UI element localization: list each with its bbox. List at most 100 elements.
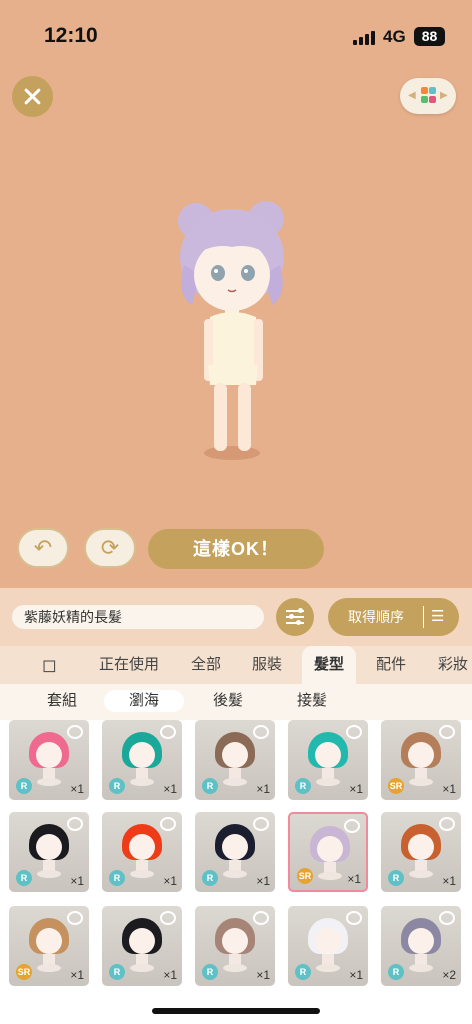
mannequin-face (129, 742, 155, 768)
network-label: 4G (383, 27, 406, 46)
hair-item-tile[interactable]: R ×1 (288, 906, 368, 986)
undo-button[interactable]: ↶ (17, 528, 69, 568)
rarity-badge: R (388, 964, 404, 980)
bookmark-icon[interactable]: ◻ (42, 646, 57, 684)
item-quantity: ×1 (347, 872, 361, 886)
sort-order-button[interactable]: 取得順序 ☰ (328, 598, 459, 636)
item-quantity: ×1 (163, 968, 177, 982)
hair-item-tile[interactable]: R ×1 (195, 812, 275, 892)
item-quantity: ×1 (256, 874, 270, 888)
bear-icon (160, 817, 176, 831)
rarity-badge: R (388, 870, 404, 886)
hair-item-grid: R ×1 R ×1 R ×1 R ×1 SR ×1 R ×1 R ×1 R ×1 SR ×1 R ×1 SR ×1 R ×1 R… (0, 720, 472, 1024)
mannequin-face (36, 834, 62, 860)
rarity-badge: R (202, 778, 218, 794)
rarity-badge: R (109, 778, 125, 794)
mannequin-face (222, 742, 248, 768)
category-tabs: ◻ 正在使用 全部 服裝 髮型 配件 彩妝 (0, 646, 472, 684)
bear-icon (346, 911, 362, 925)
mannequin-base (223, 870, 247, 878)
mannequin-base (409, 778, 433, 786)
rotate-button[interactable]: ⟳ (84, 528, 136, 568)
mannequin-face (315, 742, 341, 768)
subtab-back-hair[interactable]: 後髮 (188, 690, 268, 712)
hair-item-tile[interactable]: R ×2 (381, 906, 461, 986)
hair-item-tile[interactable]: SR ×1 (288, 812, 368, 892)
outfit-menu-button[interactable]: ◀ ▶ (400, 78, 456, 114)
tab-hairstyle[interactable]: 髮型 (302, 646, 357, 684)
subtab-extensions[interactable]: 接髮 (272, 690, 352, 712)
mannequin-base (409, 964, 433, 972)
rarity-badge: SR (16, 964, 32, 980)
filter-button[interactable] (276, 598, 314, 636)
hair-subtabs: 套組 瀏海 後髮 接髮 (0, 684, 472, 720)
mannequin-base (37, 778, 61, 786)
bear-icon (67, 911, 83, 925)
mannequin-base (130, 778, 154, 786)
confirm-button[interactable]: 這樣OK！ (148, 529, 324, 569)
home-indicator[interactable] (152, 1008, 320, 1014)
rarity-badge: R (109, 964, 125, 980)
hair-item-tile[interactable]: R ×1 (102, 720, 182, 800)
hair-item-tile[interactable]: R ×1 (195, 720, 275, 800)
mannequin-base (318, 872, 342, 880)
rarity-badge: R (16, 870, 32, 886)
subtab-set[interactable]: 套組 (22, 690, 102, 712)
hair-item-tile[interactable]: R ×1 (381, 812, 461, 892)
hair-item-tile[interactable]: R ×1 (9, 812, 89, 892)
bear-icon (160, 725, 176, 739)
bear-icon (439, 911, 455, 925)
battery-icon: 88 (414, 27, 445, 46)
tab-accessories[interactable]: 配件 (376, 646, 406, 684)
tab-clothing[interactable]: 服裝 (252, 646, 282, 684)
rarity-badge: R (16, 778, 32, 794)
close-button[interactable] (12, 76, 53, 117)
item-quantity: ×2 (442, 968, 456, 982)
tab-all[interactable]: 全部 (191, 646, 221, 684)
mannequin-face (129, 928, 155, 954)
mannequin-face (408, 928, 434, 954)
mannequin-base (316, 778, 340, 786)
avatar-preview[interactable] (170, 195, 290, 465)
subtab-bangs[interactable]: 瀏海 (104, 690, 184, 712)
hair-item-tile[interactable]: R ×1 (102, 812, 182, 892)
sort-order-label: 取得順序 (348, 609, 404, 625)
undo-icon: ↶ (33, 535, 53, 560)
bear-icon (253, 911, 269, 925)
item-quantity: ×1 (442, 782, 456, 796)
rarity-badge: R (109, 870, 125, 886)
hair-item-tile[interactable]: SR ×1 (9, 906, 89, 986)
rarity-badge: R (295, 964, 311, 980)
item-name-field[interactable]: 紫藤妖精的長髮 (12, 605, 264, 629)
hair-item-tile[interactable]: R ×1 (9, 720, 89, 800)
status-time: 12:10 (44, 24, 98, 47)
item-quantity: ×1 (256, 968, 270, 982)
hair-item-tile[interactable]: R ×1 (102, 906, 182, 986)
mannequin-base (223, 964, 247, 972)
sort-icon: ☰ (431, 608, 445, 625)
mannequin-base (130, 870, 154, 878)
bear-icon (67, 817, 83, 831)
bear-icon (253, 725, 269, 739)
mannequin-face (315, 928, 341, 954)
rarity-badge: R (202, 964, 218, 980)
bear-icon (346, 725, 362, 739)
item-quantity: ×1 (256, 782, 270, 796)
item-quantity: ×1 (442, 874, 456, 888)
hair-item-tile[interactable]: SR ×1 (381, 720, 461, 800)
hair-item-tile[interactable]: R ×1 (195, 906, 275, 986)
rotate-icon: ⟳ (100, 535, 120, 560)
bear-icon (253, 817, 269, 831)
hair-item-tile[interactable]: R ×1 (288, 720, 368, 800)
item-quantity: ×1 (70, 874, 84, 888)
mannequin-base (409, 870, 433, 878)
mannequin-face (408, 834, 434, 860)
mannequin-base (37, 964, 61, 972)
mannequin-face (36, 742, 62, 768)
bear-icon (439, 817, 455, 831)
tab-makeup[interactable]: 彩妝 (438, 646, 468, 684)
mannequin-face (222, 834, 248, 860)
bear-icon (160, 911, 176, 925)
tab-in-use[interactable]: 正在使用 (99, 646, 159, 684)
mannequin-face (36, 928, 62, 954)
